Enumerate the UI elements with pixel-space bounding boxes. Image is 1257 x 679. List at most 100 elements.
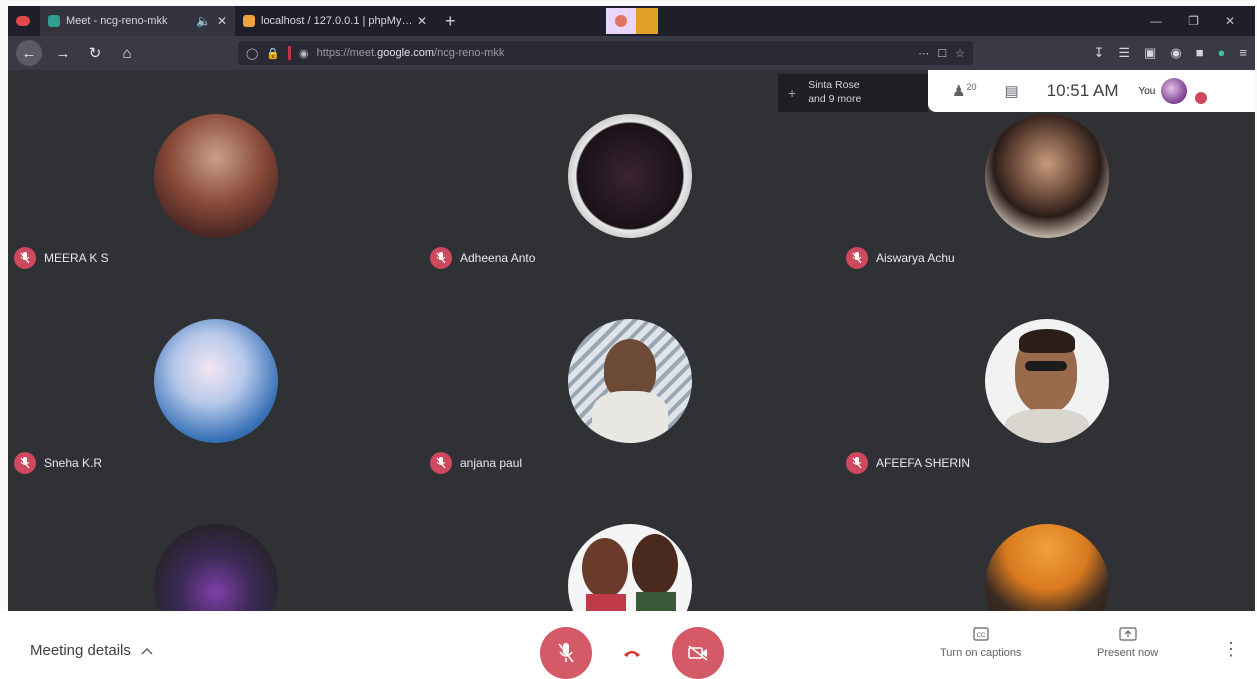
mic-off-icon (14, 247, 36, 269)
url-path: /ncg-reno-mkk (434, 47, 505, 59)
tab-meet[interactable]: Meet - ncg-reno-mkk 🔈 ✕ (40, 6, 235, 36)
more-actions-icon[interactable]: ⋯ (918, 47, 929, 60)
new-tab-button[interactable]: + (435, 11, 466, 32)
participant-name: Adheena Anto (460, 251, 536, 265)
toggle-camera-button[interactable] (672, 627, 724, 679)
tab-meet-title: Meet - ncg-reno-mkk (66, 15, 168, 27)
participant-name: Sneha K.R (44, 456, 103, 470)
captions-button[interactable]: CC Turn on captions (940, 627, 1022, 659)
firefox-menu-icon[interactable] (16, 16, 30, 26)
captions-icon: CC (973, 627, 989, 641)
participants-button[interactable]: ♟ 20 (952, 82, 976, 100)
participant-avatar (985, 524, 1109, 611)
pill-line-1: Sinta Rose (808, 79, 860, 92)
people-icon: ♟ (952, 83, 966, 100)
participant-name: MEERA K S (44, 251, 109, 265)
url-bar[interactable]: ◯ 🔒 ◉ https://meet.google.com/ncg-reno-m… (238, 41, 973, 65)
participant-avatar (985, 319, 1109, 443)
mic-off-icon (430, 452, 452, 474)
leave-call-button[interactable] (612, 633, 652, 673)
participant-label: Sneha K.R (14, 452, 102, 474)
self-mic-off-icon (1195, 92, 1208, 104)
participant-avatar (154, 319, 278, 443)
browser-nav-bar: ← → ↻ ⌂ ◯ 🔒 ◉ https://meet.google.com/nc… (8, 36, 1255, 70)
close-tab-icon[interactable]: ✕ (217, 14, 227, 28)
participant-name: Aiswarya Achu (876, 251, 955, 265)
tab-phpmyadmin-title: localhost / 127.0.0.1 | phpMy… (261, 15, 411, 27)
meet-grid: MEERA K S Adheena Anto Aiswarya Achu Sne… (8, 70, 1255, 611)
present-button[interactable]: Present now (1097, 627, 1158, 659)
recording-indicator-icon (288, 46, 292, 60)
participant-label: anjana paul (430, 452, 522, 474)
participant-avatar (568, 524, 692, 611)
meet-bottom-bar: Meeting details CC Turn on captions Pres… (0, 611, 1257, 679)
participant-label: Adheena Anto (430, 247, 535, 269)
captions-label: Turn on captions (940, 647, 1022, 659)
participant-avatar (154, 114, 278, 238)
extension-icon[interactable]: ■ (1196, 45, 1204, 61)
present-icon (1118, 627, 1137, 641)
svg-text:CC: CC (976, 633, 985, 639)
camera-off-icon (688, 645, 708, 661)
sidebar-icon[interactable]: ▣ (1144, 45, 1156, 61)
download-icon[interactable]: ↧ (1093, 45, 1104, 61)
firefox-logo-icon (614, 15, 627, 27)
pocket-icon[interactable]: ☐ (937, 47, 947, 60)
speaker-icon[interactable]: 🔈 (196, 14, 211, 28)
shield-icon[interactable]: ◯ (246, 47, 258, 60)
close-tab-icon[interactable]: ✕ (417, 14, 427, 28)
self-label: You (1138, 85, 1156, 97)
clock: 10:51 AM (1046, 81, 1119, 100)
hang-up-icon (624, 651, 640, 657)
participant-count: 20 (966, 82, 977, 92)
participant-avatar (568, 319, 692, 443)
restore-icon[interactable]: ❐ (1188, 14, 1199, 28)
tab-phpmyadmin[interactable]: localhost / 127.0.0.1 | phpMy… ✕ (235, 6, 435, 36)
participant-avatar (154, 524, 278, 611)
mic-off-icon (14, 452, 36, 474)
more-options-icon[interactable]: ⋮ (1222, 639, 1240, 660)
mic-off-icon (558, 643, 574, 663)
participants-pill[interactable]: + Sinta Rose and 9 more (778, 74, 928, 112)
meeting-details-label: Meeting details (30, 642, 131, 659)
chat-icon[interactable]: ▤ (1004, 82, 1018, 100)
minimize-icon[interactable]: — (1150, 14, 1162, 28)
present-label: Present now (1097, 647, 1159, 659)
url-text[interactable]: https://meet.google.com/ncg-reno-mkk (317, 47, 911, 59)
forward-button[interactable]: → (52, 45, 74, 62)
add-people-icon: + (788, 84, 797, 101)
lock-icon[interactable]: 🔒 (266, 47, 280, 60)
mic-off-icon (846, 452, 868, 474)
back-button[interactable]: ← (16, 40, 42, 66)
participant-name: AFEEFA SHERIN (876, 456, 971, 470)
participant-label: Aiswarya Achu (846, 247, 955, 269)
participant-label: AFEEFA SHERIN (846, 452, 970, 474)
account-icon[interactable]: ◉ (1170, 45, 1181, 61)
library-icon[interactable]: ☰ (1118, 45, 1130, 61)
reload-button[interactable]: ↻ (84, 44, 106, 62)
self-avatar[interactable] (1161, 78, 1188, 104)
close-window-icon[interactable]: ✕ (1225, 14, 1235, 28)
extension-badge[interactable] (605, 8, 658, 34)
bookmark-star-icon[interactable]: ☆ (955, 47, 965, 60)
home-button[interactable]: ⌂ (116, 45, 138, 62)
pill-line-2: and 9 more (808, 93, 862, 105)
screen: Meet - ncg-reno-mkk 🔈 ✕ localhost / 127.… (0, 0, 1257, 679)
meeting-details-button[interactable]: Meeting details (30, 642, 153, 659)
meet-favicon-icon (48, 15, 60, 27)
url-domain: google.com (377, 47, 435, 59)
phpmyadmin-favicon-icon (243, 15, 255, 27)
hamburger-menu-icon[interactable]: ≡ (1239, 45, 1247, 61)
participant-label: MEERA K S (14, 247, 109, 269)
chevron-up-icon (141, 647, 153, 655)
url-prefix: https://meet. (316, 47, 378, 59)
participant-avatar (985, 114, 1109, 238)
mic-off-icon (846, 247, 868, 269)
browser-tab-bar: Meet - ncg-reno-mkk 🔈 ✕ localhost / 127.… (8, 6, 1255, 36)
camera-permission-icon[interactable]: ◉ (299, 47, 309, 60)
toggle-mic-button[interactable] (540, 627, 592, 679)
meeting-info-panel: ♟ 20 ▤ 10:51 AM You (928, 70, 1255, 112)
extension-green-icon[interactable]: ● (1218, 45, 1226, 61)
toolbar-icons: ↧ ☰ ▣ ◉ ■ ● ≡ (1093, 45, 1247, 61)
mic-off-icon (430, 247, 452, 269)
